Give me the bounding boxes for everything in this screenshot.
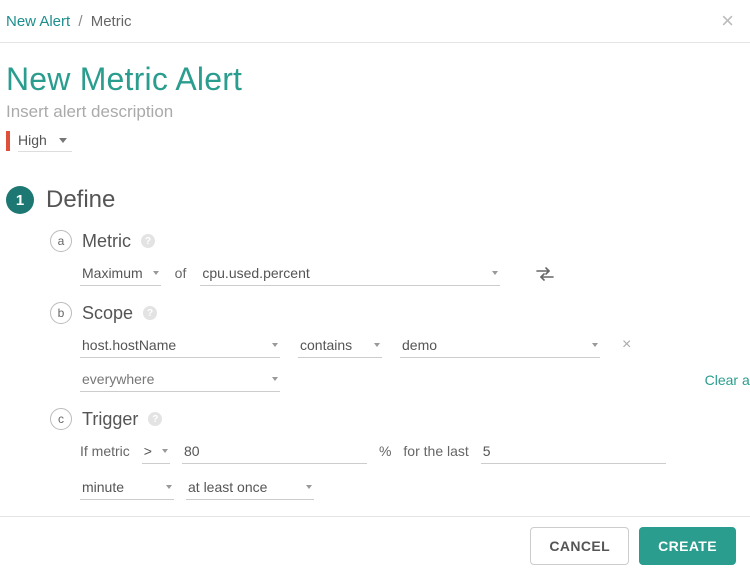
- chevron-down-icon: [166, 485, 172, 489]
- breadcrumb-separator: /: [78, 13, 82, 30]
- breadcrumb: New Alert / Metric: [6, 13, 132, 30]
- chevron-down-icon: [153, 271, 159, 275]
- help-icon[interactable]: ?: [143, 306, 157, 320]
- frequency-value: at least once: [188, 479, 267, 495]
- breadcrumb-bar: New Alert / Metric ×: [0, 0, 750, 43]
- substeps: a Metric ? Maximum of cpu.used.percent: [50, 230, 744, 534]
- step-title: Define: [46, 186, 115, 214]
- chevron-down-icon: [374, 343, 380, 347]
- duration-value[interactable]: [483, 443, 664, 459]
- severity-select[interactable]: High: [18, 130, 72, 152]
- step-header: 1 Define: [6, 186, 744, 214]
- time-unit-select[interactable]: minute: [80, 476, 174, 500]
- substep-title-metric: Metric: [82, 231, 131, 252]
- scope-value-text: demo: [402, 337, 437, 353]
- trigger-prefix-label: If metric: [80, 443, 130, 464]
- aggregation-value: Maximum: [82, 265, 143, 281]
- chevron-down-icon: [272, 343, 278, 347]
- scope-key-value: host.hostName: [82, 337, 176, 353]
- duration-input[interactable]: [481, 440, 666, 464]
- severity-row: High: [6, 130, 744, 152]
- substep-header-trigger: c Trigger ?: [50, 408, 744, 430]
- scope-body: host.hostName contains demo ×: [80, 334, 744, 358]
- time-unit-value: minute: [82, 479, 124, 495]
- frequency-select[interactable]: at least once: [186, 476, 314, 500]
- for-last-label: for the last: [403, 443, 468, 464]
- threshold-value[interactable]: [184, 443, 365, 459]
- scope-segment-value: everywhere: [82, 371, 154, 387]
- chevron-down-icon: [306, 485, 312, 489]
- trigger-body: If metric > % for the last: [80, 440, 744, 500]
- metric-body: Maximum of cpu.used.percent: [80, 262, 744, 286]
- substep-letter-c: c: [50, 408, 72, 430]
- substep-letter-b: b: [50, 302, 72, 324]
- substep-title-scope: Scope: [82, 303, 133, 324]
- substep-letter-a: a: [50, 230, 72, 252]
- scope-operator-value: contains: [300, 337, 352, 353]
- step-define: 1 Define a Metric ? Maximum: [6, 186, 744, 534]
- new-metric-alert-modal: New Alert / Metric × New Metric Alert Hi…: [0, 0, 750, 575]
- severity-label: High: [18, 132, 47, 148]
- scope-value-select[interactable]: demo: [400, 334, 600, 358]
- breadcrumb-root[interactable]: New Alert: [6, 13, 70, 30]
- substep-metric: a Metric ? Maximum of cpu.used.percent: [50, 230, 744, 286]
- breadcrumb-current: Metric: [91, 13, 132, 30]
- chevron-down-icon: [492, 271, 498, 275]
- swap-icon[interactable]: [532, 264, 558, 286]
- substep-scope: b Scope ? host.hostName contains: [50, 302, 744, 392]
- scope-segment-select[interactable]: everywhere: [80, 368, 280, 392]
- threshold-unit-label: %: [379, 443, 391, 464]
- page-title: New Metric Alert: [6, 61, 744, 98]
- cancel-button[interactable]: CANCEL: [530, 527, 629, 565]
- chevron-down-icon: [162, 449, 168, 453]
- scope-key-select[interactable]: host.hostName: [80, 334, 280, 358]
- chevron-down-icon: [59, 138, 67, 143]
- substep-title-trigger: Trigger: [82, 409, 138, 430]
- aggregation-select[interactable]: Maximum: [80, 262, 161, 286]
- of-label: of: [175, 265, 187, 286]
- scope-body-row2: everywhere Clear all: [80, 368, 750, 392]
- close-icon[interactable]: ×: [721, 10, 734, 32]
- remove-scope-row-icon[interactable]: ×: [618, 336, 635, 358]
- metric-name-value: cpu.used.percent: [202, 265, 309, 281]
- chevron-down-icon: [592, 343, 598, 347]
- metric-name-select[interactable]: cpu.used.percent: [200, 262, 500, 286]
- step-number-badge: 1: [6, 186, 34, 214]
- comparator-value: >: [144, 443, 152, 459]
- comparator-select[interactable]: >: [142, 440, 170, 464]
- alert-description-input[interactable]: [6, 98, 744, 124]
- substep-header-scope: b Scope ?: [50, 302, 744, 324]
- modal-body: New Metric Alert High 1 Define a Metric: [0, 43, 750, 534]
- scope-operator-select[interactable]: contains: [298, 334, 382, 358]
- create-button[interactable]: CREATE: [639, 527, 736, 565]
- help-icon[interactable]: ?: [141, 234, 155, 248]
- clear-all-link[interactable]: Clear all: [705, 372, 750, 388]
- help-icon[interactable]: ?: [148, 412, 162, 426]
- substep-header-metric: a Metric ?: [50, 230, 744, 252]
- chevron-down-icon: [272, 377, 278, 381]
- threshold-input[interactable]: [182, 440, 367, 464]
- modal-footer: CANCEL CREATE: [0, 516, 750, 575]
- severity-color-bar: [6, 131, 10, 151]
